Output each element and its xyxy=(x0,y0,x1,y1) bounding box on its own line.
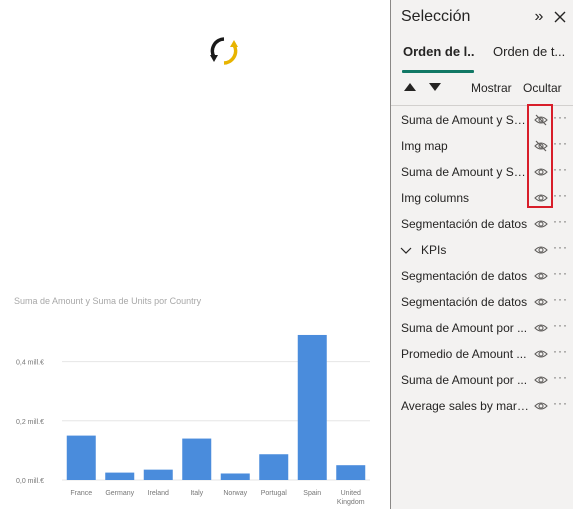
layer-row[interactable]: Suma de Amount y Su... ··· xyxy=(391,160,573,186)
layer-label: Suma de Amount por ... xyxy=(401,321,528,335)
layer-label: Segmentación de datos xyxy=(401,295,528,309)
more-options-icon[interactable]: ··· xyxy=(553,214,568,228)
eye-icon[interactable] xyxy=(534,243,548,257)
more-options-icon[interactable]: ··· xyxy=(553,370,568,384)
layer-label: Suma de Amount por ... xyxy=(401,373,528,387)
pane-title: Selección xyxy=(401,8,471,25)
tab-layer-order[interactable]: Orden de l... xyxy=(403,44,475,59)
layer-label: Img map xyxy=(401,139,448,153)
more-options-icon[interactable]: ··· xyxy=(553,266,568,280)
x-tick-label: Ireland xyxy=(148,490,170,497)
eye-icon[interactable] xyxy=(534,399,548,413)
x-tick-label: Italy xyxy=(190,490,203,497)
layer-row[interactable]: Suma de Amount y Su... ··· xyxy=(391,108,573,134)
bar-ireland[interactable] xyxy=(143,469,173,480)
y-tick-label: 0,0 mill.€ xyxy=(16,478,44,485)
layer-label: KPIs xyxy=(421,243,447,257)
layer-label: Img columns xyxy=(401,191,470,205)
x-tick-label: Norway xyxy=(223,490,247,497)
y-tick-label: 0,2 mill.€ xyxy=(16,419,44,426)
layer-row[interactable]: Img columns ··· xyxy=(391,186,573,212)
more-options-icon[interactable]: ··· xyxy=(553,240,568,254)
bar-united-kingdom[interactable] xyxy=(336,465,366,480)
tab-tab-order[interactable]: Orden de t... xyxy=(493,44,565,59)
eye-icon[interactable] xyxy=(534,373,548,387)
more-options-icon[interactable]: ··· xyxy=(553,110,568,124)
close-icon xyxy=(554,11,566,23)
hide-all-button[interactable]: Ocultar xyxy=(523,81,562,95)
collapse-pane-button[interactable]: » xyxy=(530,8,548,26)
layer-label: Segmentación de datos xyxy=(401,269,528,283)
more-options-icon[interactable]: ··· xyxy=(553,318,568,332)
eye-icon[interactable] xyxy=(534,321,548,335)
layer-label: Segmentación de datos xyxy=(401,217,528,231)
layer-row[interactable]: Segmentación de datos ··· xyxy=(391,212,573,238)
refresh-icon xyxy=(210,37,238,65)
more-options-icon[interactable]: ··· xyxy=(553,292,568,306)
app-root: Suma de Amount y Suma de Units por Count… xyxy=(0,0,573,509)
layer-row[interactable]: Promedio de Amount ... ··· xyxy=(391,342,573,368)
layer-row[interactable]: Segmentación de datos ··· xyxy=(391,290,573,316)
more-options-icon[interactable]: ··· xyxy=(553,136,568,150)
x-tick-label: Spain xyxy=(303,490,321,497)
report-canvas: Suma de Amount y Suma de Units por Count… xyxy=(0,0,390,509)
active-tab-indicator xyxy=(402,70,474,73)
layer-label: Promedio de Amount ... xyxy=(401,347,527,361)
layer-label: Suma de Amount y Su... xyxy=(401,113,529,127)
eye-icon[interactable] xyxy=(534,295,548,309)
x-tick-label: France xyxy=(70,490,92,497)
eye-hidden-icon[interactable] xyxy=(534,139,548,153)
more-options-icon[interactable]: ··· xyxy=(553,396,568,410)
eye-icon[interactable] xyxy=(534,191,548,205)
bar-italy[interactable] xyxy=(182,438,212,480)
more-options-icon[interactable]: ··· xyxy=(553,344,568,358)
layer-label: Suma de Amount y Su... xyxy=(401,165,529,179)
move-up-button[interactable] xyxy=(403,82,417,92)
eye-icon[interactable] xyxy=(534,165,548,179)
chart-title: Suma de Amount y Suma de Units por Count… xyxy=(14,296,202,306)
layer-row[interactable]: Img map ··· xyxy=(391,134,573,160)
layer-row[interactable]: KPIs ··· xyxy=(391,238,573,264)
more-options-icon[interactable]: ··· xyxy=(553,162,568,176)
bar-portugal[interactable] xyxy=(259,454,289,480)
bar-germany[interactable] xyxy=(105,472,135,480)
eye-icon[interactable] xyxy=(534,217,548,231)
bar-spain[interactable] xyxy=(297,334,327,480)
bar-chart: 0,0 mill.€ 0,2 mill.€ 0,4 mill.€ France Germ… xyxy=(16,334,370,506)
chevron-down-icon[interactable] xyxy=(400,245,412,257)
double-chevron-right-icon: » xyxy=(534,8,544,25)
show-all-button[interactable]: Mostrar xyxy=(471,81,512,95)
bar-norway[interactable] xyxy=(220,473,250,480)
eye-hidden-icon[interactable] xyxy=(534,113,548,127)
x-tick-label: Portugal xyxy=(261,490,288,497)
toolbar-divider xyxy=(391,105,573,106)
eye-icon[interactable] xyxy=(534,269,548,283)
bar-france[interactable] xyxy=(66,435,96,480)
close-pane-button[interactable] xyxy=(551,8,569,26)
move-down-button[interactable] xyxy=(428,82,442,92)
layer-row[interactable]: Suma de Amount por ... ··· xyxy=(391,316,573,342)
layer-row[interactable]: Average sales by mari... ··· xyxy=(391,394,573,420)
layer-row[interactable]: Segmentación de datos ··· xyxy=(391,264,573,290)
more-options-icon[interactable]: ··· xyxy=(553,188,568,202)
y-tick-label: 0,4 mill.€ xyxy=(16,360,44,367)
x-tick-label: Germany xyxy=(105,490,134,497)
layer-row[interactable]: Suma de Amount por ... ··· xyxy=(391,368,573,394)
x-tick-label: Kingdom xyxy=(337,499,365,506)
x-tick-label: United xyxy=(341,490,361,497)
layer-label: Average sales by mari... xyxy=(401,399,529,413)
eye-icon[interactable] xyxy=(534,347,548,361)
selection-pane: Selección » Orden de l... Orden de t... … xyxy=(390,0,573,509)
